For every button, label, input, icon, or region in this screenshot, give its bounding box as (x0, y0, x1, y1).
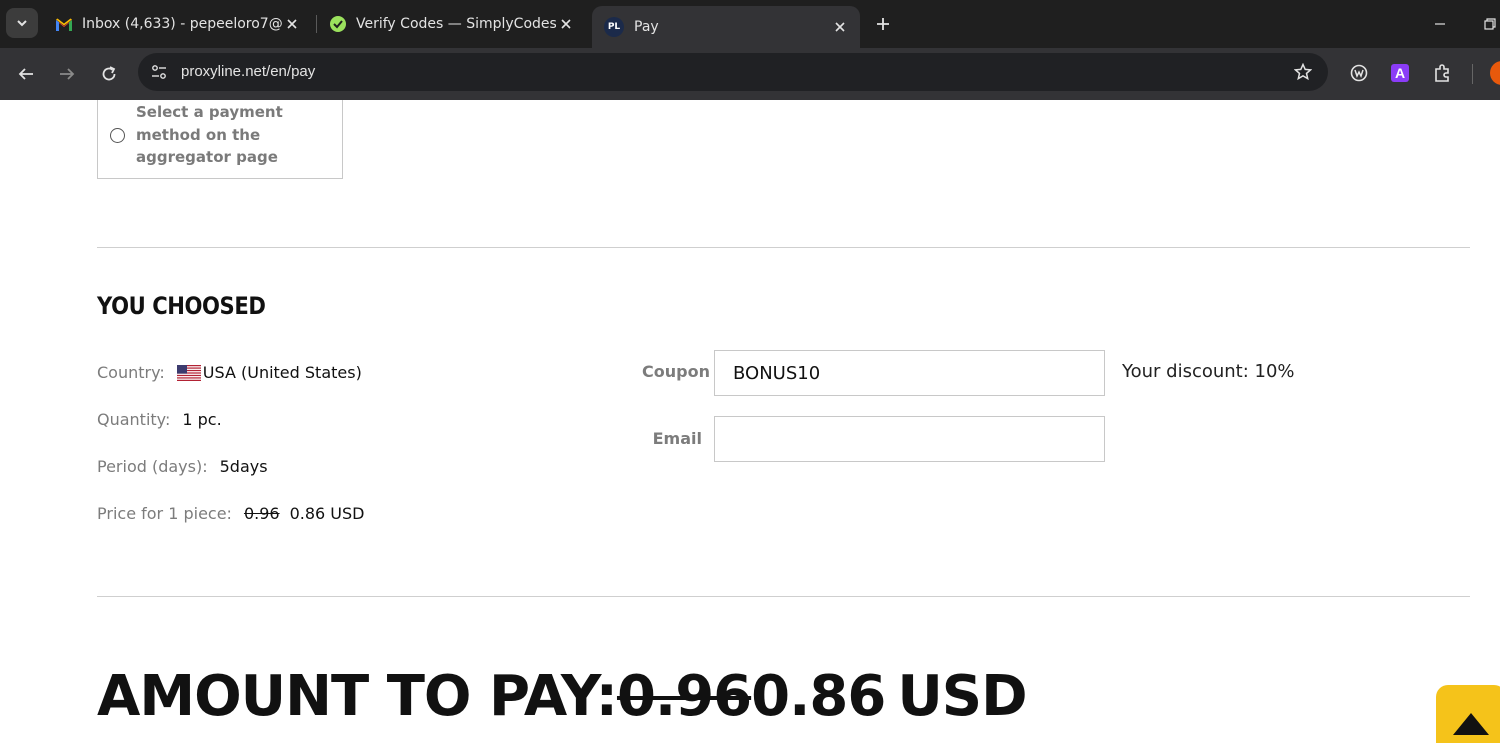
extension-a-button[interactable]: A (1388, 61, 1412, 85)
section-divider (97, 247, 1470, 248)
close-icon[interactable] (556, 14, 576, 34)
plus-icon (877, 18, 889, 30)
coupon-input[interactable] (714, 350, 1105, 396)
simplycodes-icon (330, 16, 346, 32)
minimize-button[interactable] (1430, 14, 1450, 34)
restore-button[interactable] (1480, 14, 1500, 34)
quantity-row: Quantity: 1 pc. (97, 410, 222, 429)
section-divider (97, 596, 1470, 597)
puzzle-icon (1435, 64, 1449, 82)
summary-title: YOU CHOOSED (97, 292, 266, 320)
country-value: USA (United States) (202, 363, 362, 382)
browser-tab-strip: Inbox (4,633) - pepeeloro7@gmail.com - G… (0, 0, 1500, 48)
forward-button[interactable] (53, 60, 81, 88)
tab-search-button[interactable] (6, 8, 38, 38)
bookmark-button[interactable] (1292, 61, 1314, 83)
back-button[interactable] (12, 60, 40, 88)
tab-title: Inbox (4,633) - pepeeloro7@gmail.com - G… (82, 16, 282, 32)
extension-a-icon: A (1391, 64, 1409, 82)
reload-button[interactable] (95, 60, 123, 88)
browser-toolbar: proxyline.net/en/pay A (0, 48, 1500, 100)
extension-w-button[interactable] (1347, 61, 1371, 85)
payment-method-option[interactable]: Select a payment method on the aggregato… (97, 100, 343, 179)
restore-icon (1484, 18, 1496, 30)
tab-simplycodes[interactable]: Verify Codes — SimplyCodes (318, 6, 586, 42)
period-value: 5days (219, 457, 268, 476)
profile-avatar[interactable] (1490, 61, 1500, 85)
amount-currency: USD (897, 664, 1027, 729)
close-icon[interactable] (282, 14, 302, 34)
address-bar[interactable]: proxyline.net/en/pay (138, 53, 1328, 91)
tab-pay[interactable]: PL Pay (592, 6, 860, 48)
wordtune-icon (1350, 64, 1368, 82)
email-input[interactable] (714, 416, 1105, 462)
discount-text: Your discount: 10% (1122, 361, 1295, 382)
payment-method-radio[interactable] (110, 128, 125, 143)
period-label: Period (days): (97, 457, 208, 476)
amount-new: 0.86 (751, 664, 886, 729)
arrow-right-icon (60, 68, 75, 80)
chevron-down-icon (17, 20, 27, 27)
email-label: Email (652, 429, 702, 448)
country-row: Country: USA (United States) (97, 363, 362, 382)
tab-title: Verify Codes — SimplyCodes (356, 16, 556, 32)
amount-old: 0.96 (616, 664, 752, 729)
price-old: 0.96 (243, 504, 280, 523)
amount-to-pay: AMOUNT TO PAY: 0.96 0.86 USD (97, 664, 1028, 729)
extensions-menu-button[interactable] (1430, 61, 1454, 85)
scroll-to-top-button[interactable] (1436, 685, 1500, 743)
amount-label: AMOUNT TO PAY: (97, 664, 618, 729)
tab-title: Pay (634, 19, 659, 35)
tune-icon (152, 65, 166, 79)
triangle-up-icon (1453, 713, 1489, 735)
price-row: Price for 1 piece: 0.96 0.86 USD (97, 504, 364, 523)
arrow-left-icon (18, 68, 33, 80)
url-text[interactable]: proxyline.net/en/pay (181, 63, 315, 80)
new-tab-button[interactable] (870, 11, 896, 37)
tab-separator (316, 15, 317, 33)
country-label: Country: (97, 363, 165, 382)
minimize-icon (1435, 23, 1445, 25)
tab-gmail[interactable]: Inbox (4,633) - pepeeloro7@gmail.com - G… (44, 6, 312, 42)
toolbar-separator (1472, 64, 1473, 84)
close-icon[interactable] (830, 17, 850, 37)
price-new: 0.86 USD (289, 504, 365, 523)
usa-flag-icon (176, 364, 201, 381)
proxyline-icon: PL (604, 17, 624, 37)
quantity-label: Quantity: (97, 410, 171, 429)
period-row: Period (days): 5days (97, 457, 268, 476)
favicon-text: PL (607, 22, 621, 32)
price-label: Price for 1 piece: (97, 504, 232, 523)
payment-method-label: Select a payment method on the aggregato… (136, 103, 283, 166)
reload-icon (102, 66, 116, 81)
star-icon (1294, 63, 1312, 81)
coupon-label: Coupon (642, 362, 710, 381)
quantity-value: 1 pc. (182, 410, 222, 429)
gmail-icon (56, 16, 72, 32)
site-info-button[interactable] (146, 59, 172, 85)
